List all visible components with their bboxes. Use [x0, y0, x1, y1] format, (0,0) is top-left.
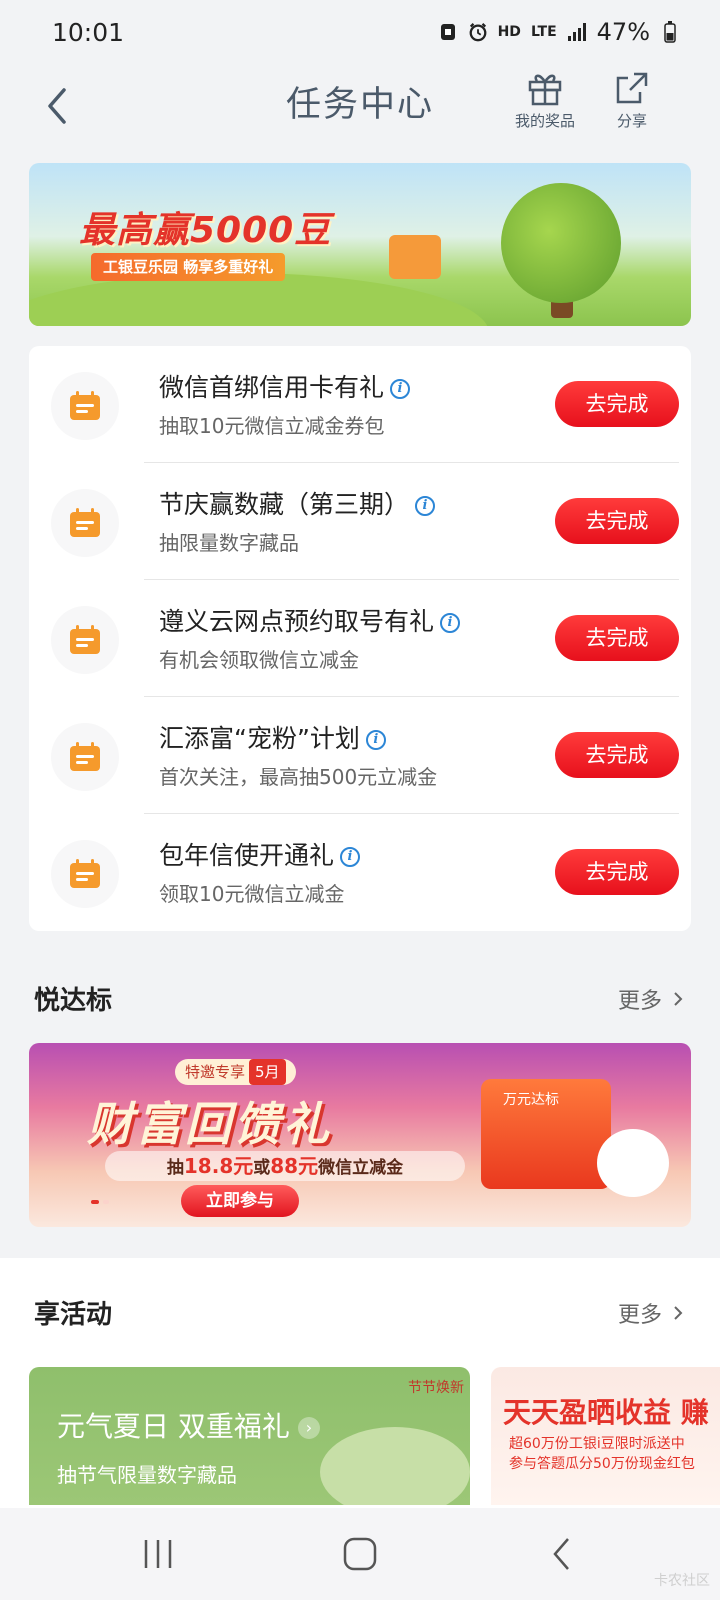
card-line: 参与答题瓜分50万份现金红包 [509, 1456, 695, 1472]
system-back-button[interactable] [532, 1532, 592, 1576]
task-item: 节庆赢数藏（第三期） i 抽限量数字藏品 去完成 [29, 463, 691, 580]
info-icon[interactable]: i [390, 379, 411, 399]
carousel-dot-active [91, 1200, 99, 1204]
info-icon[interactable]: i [440, 613, 461, 633]
notification-icon [438, 21, 458, 43]
my-prizes-label: 我的奖品 [514, 112, 575, 130]
my-prizes-button[interactable]: 我的奖品 [505, 68, 585, 131]
card-title: 天天盈晒收益 赚 [503, 1396, 709, 1429]
recent-apps-button[interactable] [128, 1532, 188, 1576]
task-title: 汇添富“宠粉”计划 i [159, 719, 386, 755]
gift-box-illustration [389, 235, 441, 279]
task-description: 抽限量数字藏品 [159, 531, 299, 555]
system-nav-bar: 卡农社区 [0, 1508, 720, 1600]
home-button[interactable] [330, 1532, 390, 1576]
alarm-icon [468, 21, 488, 43]
go-complete-button[interactable]: 去完成 [555, 732, 679, 778]
hd-indicator: HD [497, 24, 521, 40]
watermark: 卡农社区 [654, 1573, 710, 1589]
calendar-icon [51, 372, 119, 440]
home-icon [343, 1537, 377, 1571]
battery-icon [660, 21, 680, 43]
calendar-icon [51, 606, 119, 674]
arrow-right-icon: › [297, 1417, 320, 1439]
task-title: 节庆赢数藏（第三期） i [159, 485, 436, 521]
recent-apps-icon [144, 1540, 172, 1568]
landscape-illustration [320, 1427, 470, 1505]
task-item: 微信首绑信用卡有礼 i 抽取10元微信立减金券包 去完成 [29, 346, 691, 463]
signal-icon [567, 21, 587, 43]
task-item: 包年信使开通礼 i 领取10元微信立减金 去完成 [29, 814, 691, 931]
task-title: 遵义云网点预约取号有礼 i [159, 602, 461, 638]
task-item: 汇添富“宠粉”计划 i 首次关注，最高抽500元立减金 去完成 [29, 697, 691, 814]
gift-box-illustration: 万元达标 [481, 1079, 611, 1189]
activity-card-daily-profit[interactable]: 天天盈晒收益 赚 超60万份工银i豆限时派送中 参与答题瓜分50万份现金红包 [491, 1367, 720, 1505]
mascot-illustration [597, 1129, 669, 1197]
go-complete-button[interactable]: 去完成 [555, 615, 679, 661]
task-description: 有机会领取微信立减金 [159, 648, 359, 672]
app-header: 任务中心 我的奖品 分享 [0, 64, 720, 164]
share-button[interactable]: 分享 [592, 68, 672, 131]
tree-illustration [501, 183, 621, 303]
task-title: 包年信使开通礼 i [159, 836, 361, 872]
card-line: 超60万份工银i豆限时派送中 [509, 1436, 685, 1452]
activity-card-summer[interactable]: 节节焕新 元气夏日 双重福礼 › 抽节气限量数字藏品 [29, 1367, 470, 1505]
task-description: 抽取10元微信立减金券包 [159, 414, 385, 438]
special-tag: 特邀专享 5月 [175, 1059, 296, 1085]
info-icon[interactable]: i [365, 730, 386, 750]
battery-percent: 47% [596, 18, 650, 46]
info-icon[interactable]: i [340, 847, 361, 867]
info-icon[interactable]: i [415, 496, 436, 516]
card-tag: 节节焕新 [408, 1380, 464, 1396]
promo-banner-beans[interactable]: 最高赢5000豆 工银豆乐园 畅享多重好礼 [29, 163, 691, 326]
banner-subtitle: 工银豆乐园 畅享多重好礼 [91, 253, 286, 281]
calendar-icon [51, 489, 119, 557]
task-description: 领取10元微信立减金 [159, 882, 345, 906]
status-bar: 10:01 HD LTE 47% [0, 0, 720, 64]
carousel-dot [103, 1200, 109, 1204]
wealth-banner-subtitle: 抽18.8元或88元微信立减金 [105, 1151, 465, 1181]
network-indicator: LTE [530, 24, 557, 40]
more-link-activity[interactable]: 更多 [618, 1297, 684, 1329]
task-title: 微信首绑信用卡有礼 i [159, 368, 411, 404]
section-title-yue: 悦达标 [34, 986, 113, 1016]
more-label: 更多 [617, 1303, 662, 1328]
go-complete-button[interactable]: 去完成 [555, 381, 679, 427]
card-title: 元气夏日 双重福礼 › [57, 1405, 320, 1445]
gift-icon [528, 74, 562, 106]
status-icons: HD LTE 47% [438, 18, 680, 46]
task-item: 遵义云网点预约取号有礼 i 有机会领取微信立减金 去完成 [29, 580, 691, 697]
back-arrow-icon [553, 1538, 569, 1570]
calendar-icon [51, 723, 119, 791]
task-list: 微信首绑信用卡有礼 i 抽取10元微信立减金券包 去完成 节庆赢数藏（第三期） i … [29, 346, 691, 931]
more-link-yue[interactable]: 更多 [618, 983, 684, 1015]
go-complete-button[interactable]: 去完成 [555, 849, 679, 895]
banner-title: 最高赢5000豆 [79, 210, 332, 251]
share-icon [616, 72, 648, 104]
calendar-icon [51, 840, 119, 908]
card-subtitle: 抽节气限量数字藏品 [57, 1463, 237, 1487]
join-now-button[interactable]: 立即参与 [181, 1185, 299, 1217]
section-title-activity: 享活动 [34, 1300, 113, 1330]
promo-banner-wealth[interactable]: 特邀专享 5月 财富回馈礼 抽18.8元或88元微信立减金 立即参与 万元达标 [29, 1043, 691, 1227]
chevron-right-icon [672, 989, 684, 1014]
chevron-right-icon [672, 1303, 684, 1328]
status-time: 10:01 [52, 17, 125, 47]
wealth-banner-title: 财富回馈礼 [87, 1097, 332, 1151]
task-description: 首次关注，最高抽500元立减金 [159, 765, 438, 789]
go-complete-button[interactable]: 去完成 [555, 498, 679, 544]
month-badge: 5月 [249, 1059, 286, 1085]
share-label: 分享 [616, 112, 647, 130]
more-label: 更多 [617, 989, 662, 1014]
